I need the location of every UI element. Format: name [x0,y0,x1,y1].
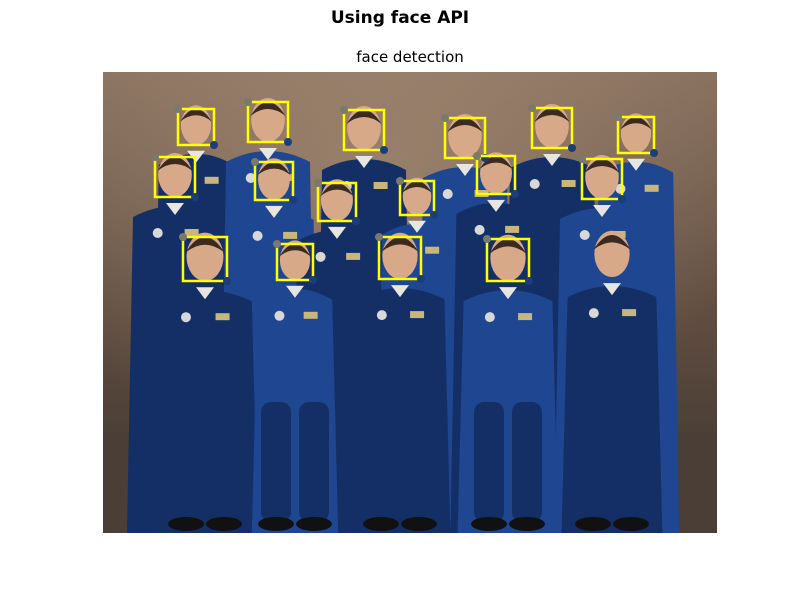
landmark-point [528,104,536,112]
landmark-point [380,146,388,154]
name-tag [215,313,230,321]
mission-patch [484,312,495,323]
boot [613,517,649,531]
mission-patch [442,189,453,199]
landmark-point [618,195,626,203]
landmark-point [525,277,533,285]
name-tag [425,246,440,254]
boot [401,517,437,531]
leg [512,402,542,522]
boot [258,517,294,531]
landmark-point [430,211,438,219]
mission-patch [579,230,590,240]
flight-suit [457,290,559,533]
boot [509,517,545,531]
leg [261,402,291,522]
name-tag [644,184,659,192]
landmark-point [244,98,252,106]
leg [474,402,504,522]
photo-panel [103,72,717,533]
flight-suit [561,286,663,533]
name-tag [346,252,361,260]
person-16 [457,287,559,533]
mission-patch [376,310,387,321]
boot [168,517,204,531]
mission-patch [315,251,326,262]
leg [404,402,434,522]
landmark-point [417,275,425,283]
person-15 [349,285,451,533]
landmark-point [314,179,322,187]
mission-patch [529,179,540,189]
landmark-point [273,240,281,248]
name-tag [561,180,576,187]
flight-suit [349,288,451,533]
landmark-point [251,158,259,166]
name-tag [303,311,318,319]
axes-title: face detection [356,48,464,66]
boot [575,517,611,531]
landmark-point [191,193,199,201]
leg [171,402,201,522]
landmark-point [340,106,348,114]
leg [299,402,329,522]
name-tag [283,231,298,239]
landmark-point [151,153,159,161]
person-17 [561,283,663,533]
landmark-point [179,233,187,241]
name-tag [204,176,219,184]
flight-suit [152,290,258,533]
name-tag [505,225,520,233]
astronaut-group-photo [103,72,717,533]
leg [578,402,608,522]
leg [616,402,646,522]
boot [363,517,399,531]
mission-patch [588,308,599,319]
landmark-point [650,149,658,157]
mission-patch [474,224,485,235]
landmark-point [309,276,317,284]
landmark-point [441,114,449,122]
landmark-point [223,277,231,285]
boot [471,517,507,531]
landmark-point [511,190,519,198]
name-tag [518,313,533,321]
landmark-point [210,141,218,149]
boot [296,517,332,531]
landmark-point [614,113,622,121]
landmark-point [483,235,491,243]
boot [206,517,242,531]
landmark-point [473,152,481,160]
name-tag [184,229,199,236]
leg [209,402,239,522]
name-tag [373,182,388,189]
landmark-point [174,105,182,113]
mission-patch [252,230,263,241]
leg [366,402,396,522]
mission-patch [274,310,285,321]
name-tag [622,309,637,317]
name-tag [410,311,425,319]
figure-title: Using face API [330,8,470,28]
landmark-point [396,177,404,185]
person-13 [152,287,258,533]
landmark-point [578,155,586,163]
landmark-point [284,138,292,146]
mission-patch [152,228,163,238]
landmark-point [289,196,297,204]
landmark-point [375,233,383,241]
landmark-point [352,217,360,225]
landmark-point [568,144,576,152]
mission-patch [180,312,191,323]
